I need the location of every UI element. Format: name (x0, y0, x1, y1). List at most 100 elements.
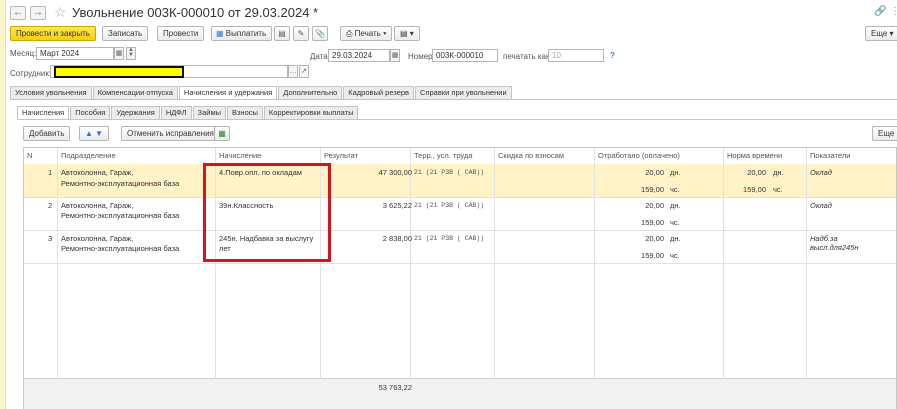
subtab-loans[interactable]: Займы (192, 106, 226, 119)
save-button[interactable]: Записать (102, 26, 149, 41)
month-stepper[interactable]: ▲ ▼ (126, 47, 136, 60)
calendar-icon[interactable]: ▦ (114, 47, 124, 60)
tab-accruals-deductions[interactable]: Начисления и удержания (178, 86, 278, 100)
row-number: 1 (48, 168, 53, 177)
ellipsis-icon[interactable]: … (288, 65, 298, 78)
col-header-accrual[interactable]: Начисление (216, 148, 261, 164)
tab-divider (10, 99, 897, 100)
back-icon[interactable]: ← (10, 6, 26, 20)
tab-conditions[interactable]: Условия увольнения (10, 86, 92, 99)
division-cell: Автоколонна, Гараж, (61, 168, 134, 177)
table-footer: 53 763,22 (24, 378, 896, 409)
report-icon[interactable]: ▤ (274, 26, 290, 41)
col-header-division[interactable]: Подразделение (58, 148, 116, 164)
tab-vacation-compensation[interactable]: Компенсации отпуска (92, 86, 178, 99)
post-button[interactable]: Провести (157, 26, 205, 41)
attach-icon[interactable]: 📎 (312, 26, 328, 41)
subtab-benefits[interactable]: Пособия (70, 106, 111, 119)
add-button[interactable]: Добавить (23, 126, 71, 141)
chevron-down-icon: ▾ (383, 29, 387, 38)
title-bar: ← → ☆ Увольнение 003К-000010 от 29.03.20… (6, 0, 897, 24)
more-menu-button[interactable]: Еще ▾ (865, 26, 897, 41)
pay-icon: ▦ (216, 29, 224, 38)
arrow-down-icon[interactable]: ▼ (95, 129, 103, 138)
col-divider (723, 148, 724, 409)
worked-hours-cell: 159,00 (641, 218, 664, 227)
arrow-up-icon[interactable]: ▲ (85, 129, 93, 138)
date-field[interactable]: 29.03.2024 (328, 49, 390, 62)
subtab-deductions[interactable]: Удержания (111, 106, 160, 119)
accrual-highlight-box (203, 163, 331, 262)
subtab-payment-corrections[interactable]: Корректировки выплаты (263, 106, 359, 119)
worked-hours-unit: чс. (670, 251, 680, 260)
subtab-accruals[interactable]: Начисления (17, 106, 70, 120)
row-number: 2 (48, 201, 53, 210)
col-header-worked[interactable]: Отработано (оплачено) (595, 148, 680, 164)
open-link-icon[interactable]: ↗ (299, 65, 309, 78)
result-cell: 2 838,00 (382, 234, 412, 243)
tab-additional[interactable]: Дополнительно (278, 86, 343, 99)
calendar-icon[interactable]: ▦ (390, 49, 400, 62)
print-button[interactable]: ⎙ Печать ▾ (340, 26, 393, 41)
col-header-result[interactable]: Результат (321, 148, 358, 164)
subtab-contributions[interactable]: Взносы (226, 106, 263, 119)
more-actions-button[interactable]: ▤ ▾ (394, 26, 420, 41)
month-field[interactable]: Март 2024 (36, 47, 114, 60)
row-divider (24, 197, 896, 198)
pay-button[interactable]: ▦ Выплатить (211, 26, 273, 41)
indicator-cell: Надб.за (810, 234, 838, 243)
col-divider (494, 148, 495, 409)
star-icon[interactable]: ☆ (54, 4, 67, 21)
division-cell: Автоколонна, Гараж, (61, 201, 134, 210)
division-cell: Автоколонна, Гараж, (61, 234, 134, 243)
create-based-on-icon[interactable]: ✎ (293, 26, 309, 41)
col-header-indicators[interactable]: Показатели (807, 148, 850, 164)
territory-cell: 21 (21 РЗВ ( САВ)) (414, 169, 485, 176)
post-and-close-button[interactable]: Провести и закрыть (10, 26, 96, 41)
help-icon[interactable]: ? (610, 51, 615, 60)
link-icon[interactable]: 🔗 (874, 6, 886, 17)
table-settings-icon[interactable]: ▦ (214, 126, 230, 141)
worked-days-cell: 20,00 (645, 201, 664, 210)
col-divider (57, 148, 58, 409)
sub-tabs: Начисления Пособия Удержания НДФЛ Займы … (17, 106, 359, 120)
division-cell-line2: Ремонтно-эксплуатационная база (61, 211, 180, 220)
indicator-cell: Оклад (810, 201, 832, 210)
worked-hours-unit: чс. (670, 185, 680, 194)
col-header-norm[interactable]: Норма времени (724, 148, 782, 164)
norm-hours-unit: чс. (773, 185, 783, 194)
date-label: Дата: (310, 52, 330, 61)
worked-days-unit: дн. (670, 168, 681, 177)
tab-dismissal-certificates[interactable]: Справки при увольнении (415, 86, 512, 99)
worked-hours-cell: 159,00 (641, 185, 664, 194)
printer-icon: ⎙ (346, 29, 353, 38)
more-icon[interactable]: ⋮ (890, 6, 897, 17)
number-field[interactable]: 003К-000010 (432, 49, 498, 62)
cancel-corrections-button[interactable]: Отменить исправления (121, 126, 220, 141)
print-button-label: Печать (354, 29, 381, 38)
grid-more-button[interactable]: Еще (872, 126, 897, 141)
subtab-divider (17, 119, 897, 120)
norm-days-unit: дн. (773, 168, 784, 177)
row-divider (24, 230, 896, 231)
forward-icon[interactable]: → (30, 6, 46, 20)
col-header-n[interactable]: N (24, 148, 32, 164)
pay-button-label: Выплатить (225, 29, 267, 38)
col-divider (594, 148, 595, 409)
move-up-down-buttons[interactable]: ▲ ▼ (79, 126, 109, 141)
result-cell: 47 300,00 (378, 168, 412, 177)
total-result: 53 763,22 (378, 383, 412, 392)
tab-personnel-reserve[interactable]: Кадровый резерв (343, 86, 415, 99)
subtab-ndfl[interactable]: НДФЛ (160, 106, 192, 119)
col-header-discount[interactable]: Скидка по взносам (495, 148, 564, 164)
col-header-territory[interactable]: Терр., усл. труда (411, 148, 472, 164)
result-cell: 3 625,22 (382, 201, 412, 210)
document-icon: ▤ (400, 29, 408, 38)
indicator-cell-line2: высл.для245н (810, 243, 859, 252)
print-as-field[interactable]: 10 (548, 49, 604, 62)
window-title: Увольнение 003К-000010 от 29.03.2024 * (72, 5, 319, 20)
number-label: Номер: (408, 52, 435, 61)
territory-cell: 21 (21 РЗВ ( САВ)) (414, 235, 485, 242)
col-divider (410, 148, 411, 409)
division-cell-line2: Ремонтно-эксплуатационная база (61, 179, 180, 188)
